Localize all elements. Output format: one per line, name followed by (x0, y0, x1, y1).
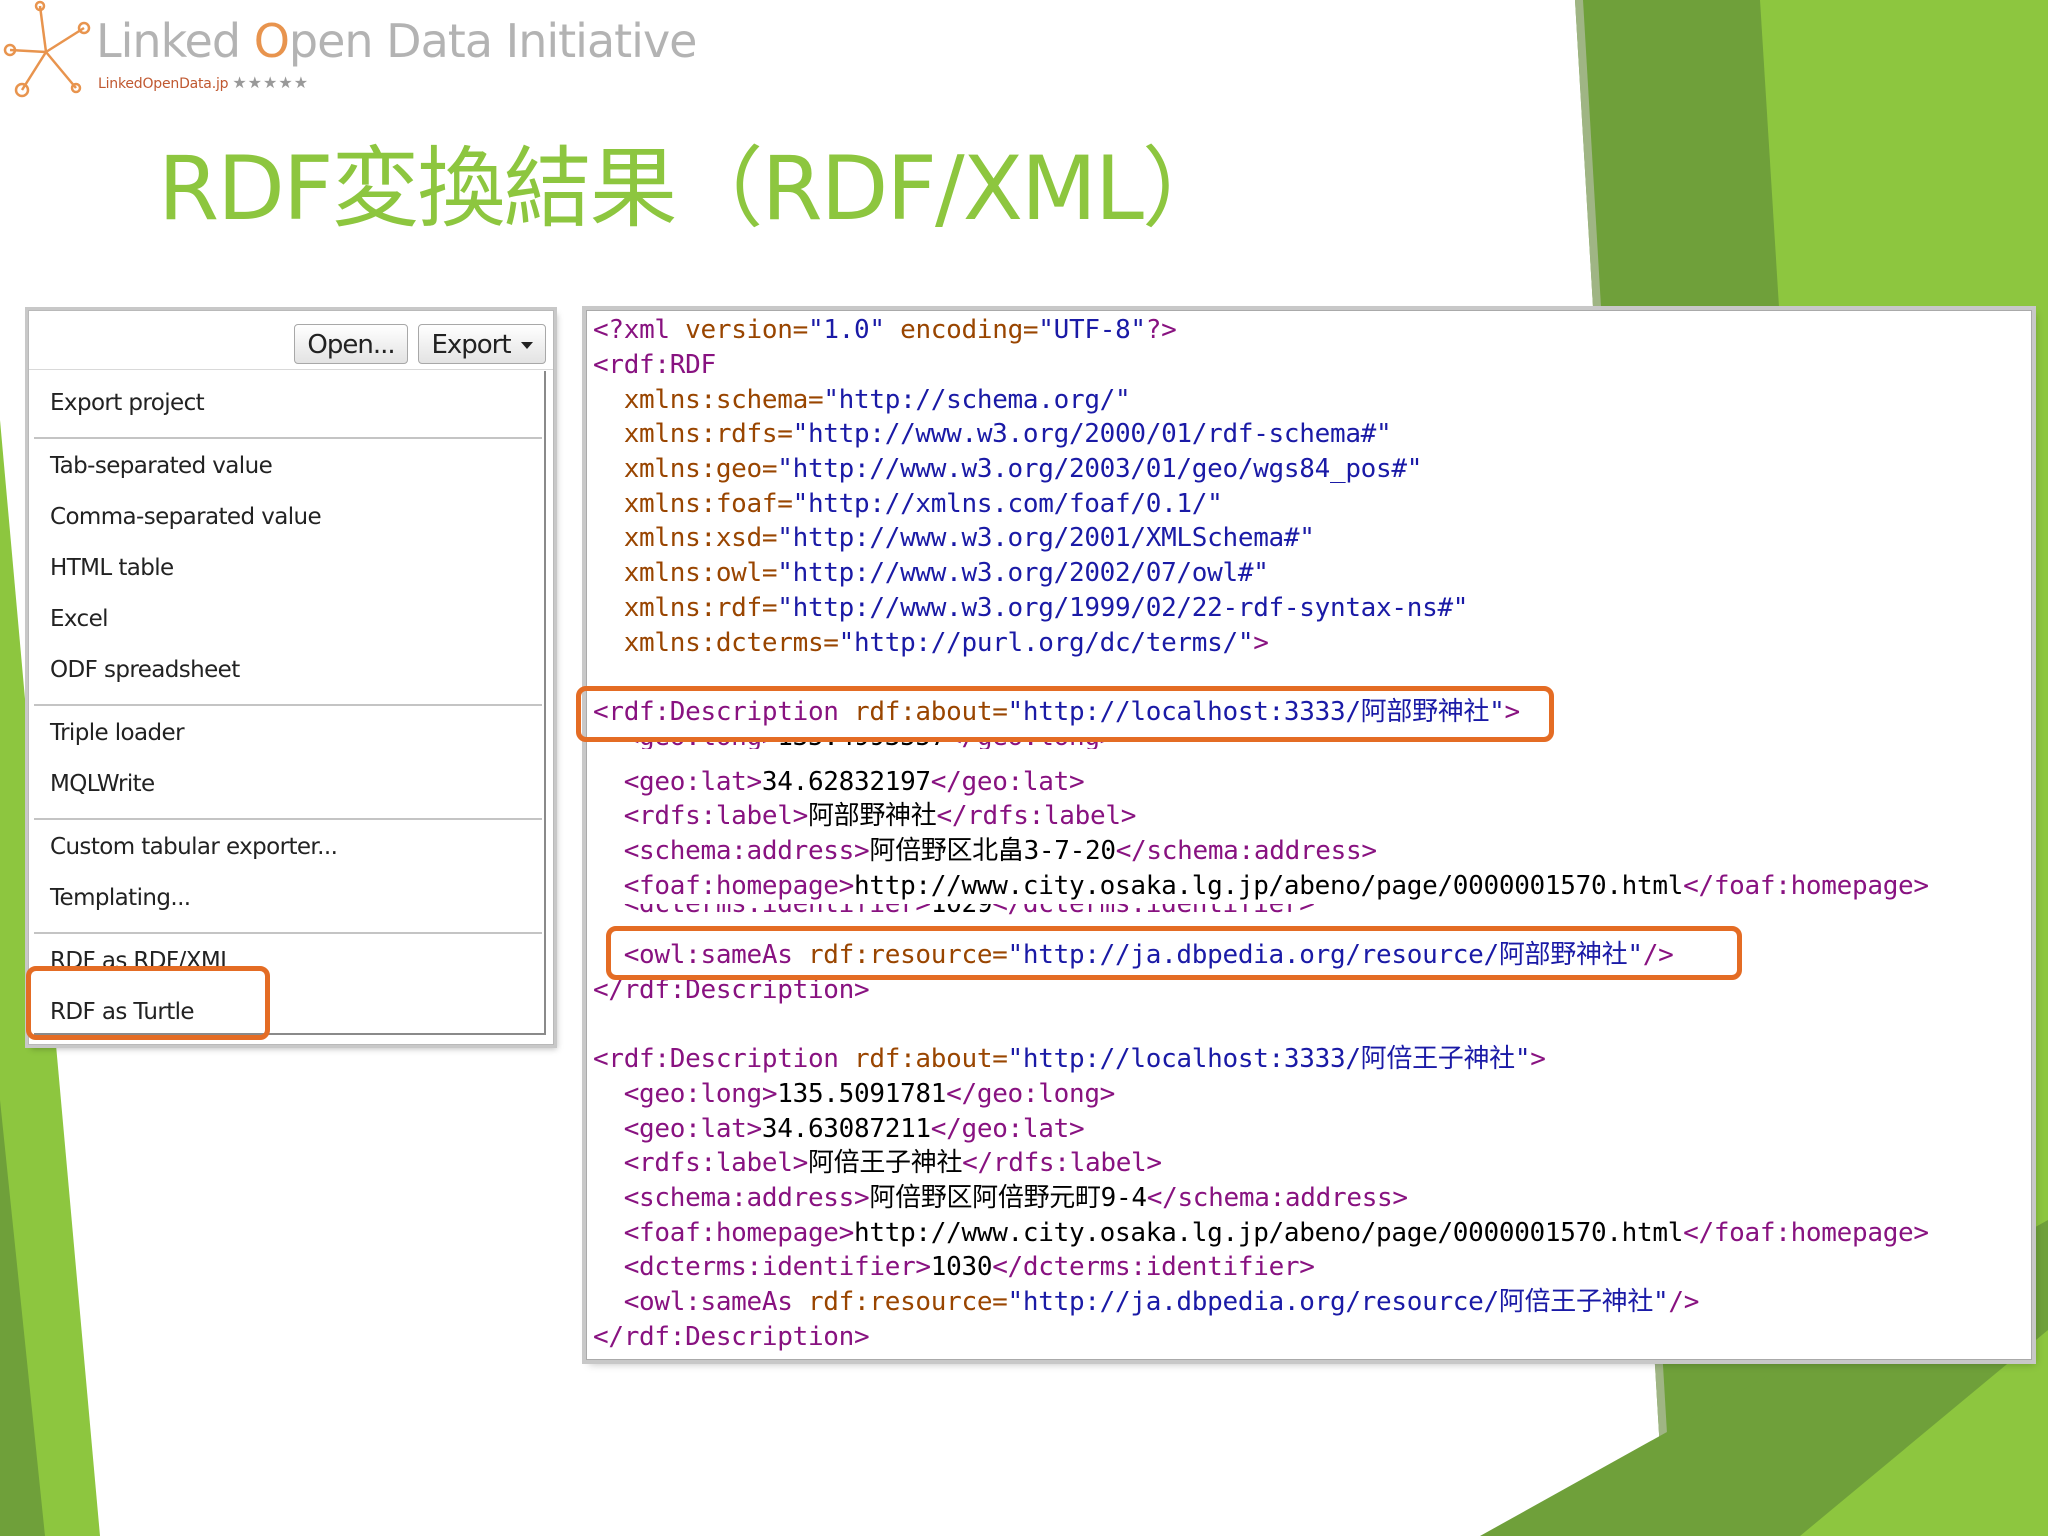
menu-item-custom-tabular-exporter[interactable]: Custom tabular exporter... (34, 827, 338, 867)
code-line-rdf-open: <rdf:RDF (593, 350, 716, 380)
menu-item-html-table[interactable]: HTML table (34, 548, 174, 588)
code-line-namespace: xmlns:xsd="http://www.w3.org/2001/XMLSch… (593, 523, 1315, 553)
logo-subtitle: LinkedOpenData.jp ★★★★★ (98, 73, 310, 92)
code-line-namespace: xmlns:schema="http://schema.org/" (593, 385, 1131, 415)
code-line-namespace: xmlns:geo="http://www.w3.org/2003/01/geo… (593, 454, 1423, 484)
code-line-rdfs-label: <rdfs:label>阿部野神社</rdfs:label> (593, 801, 1137, 831)
menu-divider (34, 437, 542, 439)
code-line-namespace: xmlns:rdf="http://www.w3.org/1999/02/22-… (593, 593, 1469, 623)
highlight-rdf-as-turtle (26, 966, 270, 1040)
code-line-geo-lat: <geo:lat>34.63087211</geo:lat> (593, 1114, 1085, 1144)
menu-item-mqlwrite[interactable]: MQLWrite (34, 764, 155, 804)
rdf-xml-code-view: <?xml version="1.0" encoding="UTF-8"?> <… (586, 310, 2032, 1360)
code-line-geo-long: <geo:long>135.5091781</geo:long> (593, 1079, 1116, 1109)
code-line-rdfs-label: <rdfs:label>阿倍王子神社</rdfs:label> (593, 1148, 1162, 1178)
code-line-schema-address: <schema:address>阿倍野区北畠3-7-20</schema:add… (593, 836, 1377, 866)
highlight-description-about (576, 686, 1554, 742)
menu-item-templating[interactable]: Templating... (34, 878, 191, 918)
export-button[interactable]: Export (418, 324, 546, 364)
code-line-description-close: </rdf:Description> (593, 1322, 870, 1352)
logo-title: Linked Open Data Initiative (96, 14, 697, 68)
code-line-namespace: xmlns:rdfs="http://www.w3.org/2000/01/rd… (593, 419, 1392, 449)
code-line-description-open: <rdf:Description rdf:about="http://local… (593, 1044, 1546, 1074)
export-dropdown-menu: Export project Tab-separated value Comma… (34, 371, 546, 1035)
code-line-dcterms-identifier: <dcterms:identifier>1030</dcterms:identi… (593, 1252, 1315, 1282)
menu-divider (34, 818, 542, 820)
menu-divider (34, 704, 542, 706)
code-line-foaf-homepage: <foaf:homepage>http://www.city.osaka.lg.… (593, 871, 1929, 901)
menu-item-export-project[interactable]: Export project (34, 383, 205, 423)
code-line-dcterms-identifier: <dcterms:identifier>1029</dcterms:identi… (593, 904, 1315, 916)
export-menu-screenshot: Open... Export Export project Tab-separa… (28, 310, 554, 1045)
code-line-namespace: xmlns:owl="http://www.w3.org/2002/07/owl… (593, 558, 1269, 588)
code-line-namespace: xmlns:dcterms="http://purl.org/dc/terms/… (593, 628, 1269, 658)
menu-divider (34, 932, 542, 934)
code-line-owl-sameas: <owl:sameAs rdf:resource="http://ja.dbpe… (593, 1287, 1700, 1317)
menu-item-comma-separated[interactable]: Comma-separated value (34, 497, 322, 537)
menu-item-excel[interactable]: Excel (34, 599, 109, 639)
menu-item-tab-separated[interactable]: Tab-separated value (34, 446, 273, 486)
slide-title: RDF変換結果（RDF/XML） (158, 137, 1230, 240)
toolbar: Open... Export (29, 311, 553, 370)
menu-item-odf-spreadsheet[interactable]: ODF spreadsheet (34, 650, 240, 690)
code-line-schema-address: <schema:address>阿倍野区阿倍野元町9-4</schema:add… (593, 1183, 1408, 1213)
logo: Linked Open Data Initiative LinkedOpenDa… (0, 0, 697, 110)
rating-stars: ★★★★★ (232, 73, 310, 92)
highlight-owl-sameas (606, 926, 1742, 980)
chevron-down-icon (521, 342, 533, 349)
code-line-namespace: xmlns:foaf="http://xmlns.com/foaf/0.1/" (593, 489, 1223, 519)
open-button[interactable]: Open... (294, 324, 408, 364)
menu-item-triple-loader[interactable]: Triple loader (34, 713, 185, 753)
code-line-xml-declaration: <?xml version="1.0" encoding="UTF-8"?> (593, 315, 1177, 345)
code-line-geo-lat: <geo:lat>34.62832197</geo:lat> (593, 767, 1085, 797)
network-logo-icon (3, 0, 91, 98)
code-line-foaf-homepage: <foaf:homepage>http://www.city.osaka.lg.… (593, 1218, 1929, 1248)
